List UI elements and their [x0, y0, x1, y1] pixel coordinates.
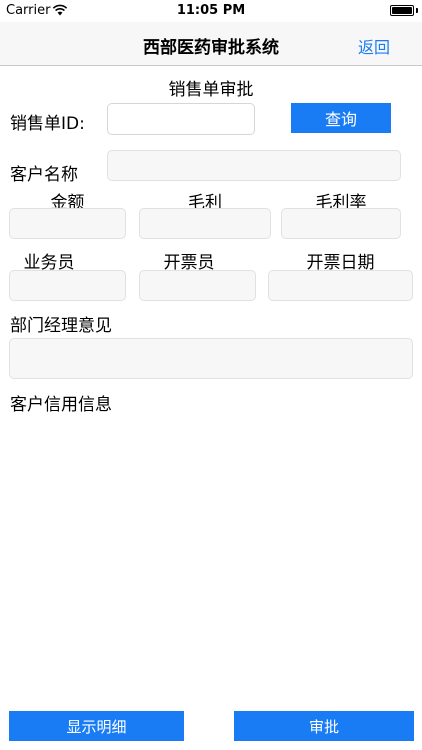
invoicer-field — [139, 270, 256, 301]
amount-field — [9, 208, 126, 239]
query-button[interactable]: 查询 — [291, 103, 391, 133]
back-button[interactable]: 返回 — [358, 34, 390, 58]
approve-button[interactable]: 审批 — [234, 711, 414, 741]
customer-name-field — [107, 150, 401, 181]
order-id-input[interactable] — [107, 103, 255, 135]
gross-margin-field — [281, 208, 401, 239]
gross-profit-field — [139, 208, 271, 239]
credit-info-area — [9, 414, 413, 699]
screen: Carrier 11:05 PM 西部医药审批系统 返回 销售单审批 销售单ID… — [0, 0, 422, 750]
salesperson-field — [9, 270, 126, 301]
customer-name-label: 客户名称 — [10, 165, 78, 185]
battery-tip — [416, 8, 418, 13]
credit-info-label: 客户信用信息 — [10, 395, 112, 415]
status-bar: Carrier 11:05 PM — [0, 0, 422, 22]
clock: 11:05 PM — [176, 3, 246, 18]
show-details-button[interactable]: 显示明细 — [9, 711, 184, 741]
order-id-label: 销售单ID: — [10, 114, 85, 134]
manager-opinion-field[interactable] — [9, 338, 413, 379]
section-title: 销售单审批 — [168, 80, 254, 100]
invoice-date-field — [268, 270, 413, 301]
battery-icon — [390, 5, 414, 16]
nav-bar: 西部医药审批系统 返回 — [0, 22, 422, 66]
manager-opinion-label: 部门经理意见 — [10, 316, 112, 336]
